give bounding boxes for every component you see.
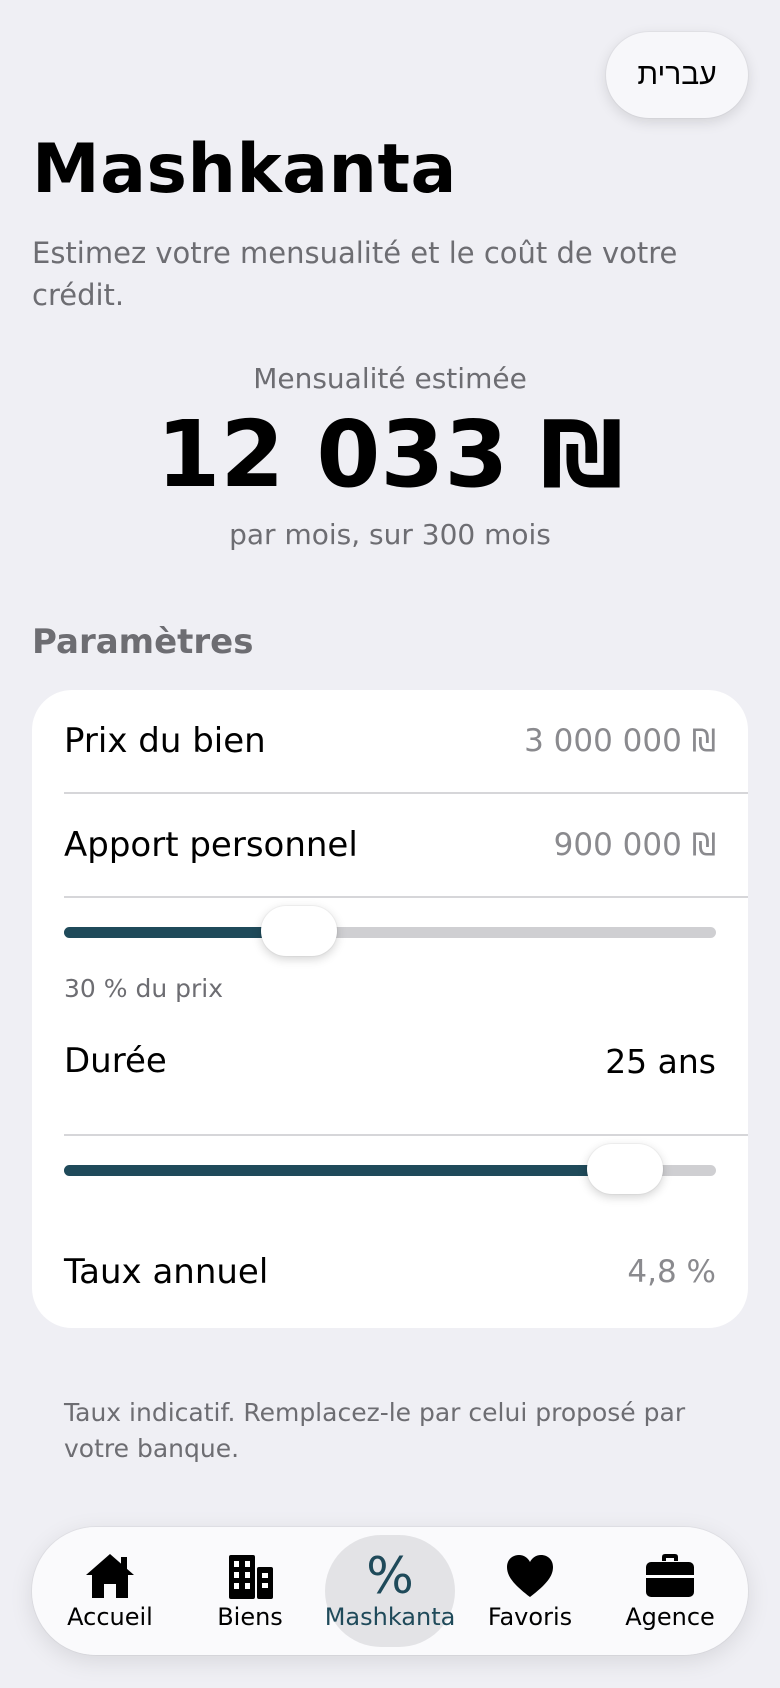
duration-label: Durée <box>64 1041 167 1081</box>
rate-value[interactable]: 4,8 % <box>627 1254 716 1290</box>
building-icon <box>229 1555 273 1599</box>
percent-icon: % <box>366 1547 414 1605</box>
mortgage-calculator-screen: עברית Mashkanta Estimez votre mensualité… <box>0 0 780 1688</box>
tab-mashkanta[interactable]: % Mashkanta <box>325 1535 455 1647</box>
down-payment-slider[interactable] <box>64 902 716 962</box>
down-payment-value[interactable]: 900 000 ₪ <box>554 827 716 863</box>
estimate-period: par mois, sur 300 mois <box>229 518 551 551</box>
down-payment-percent-caption: 30 % du prix <box>64 974 224 1003</box>
tab-favoris[interactable]: Favoris <box>465 1535 595 1647</box>
slider-thumb[interactable] <box>586 1144 663 1194</box>
price-row[interactable]: Prix du bien 3 000 000 ₪ <box>64 690 716 792</box>
parameters-card: Prix du bien 3 000 000 ₪ Apport personne… <box>32 690 748 1328</box>
tab-label: Biens <box>217 1603 283 1631</box>
tab-label: Agence <box>625 1603 715 1631</box>
heart-icon <box>507 1555 553 1597</box>
rate-row[interactable]: Taux annuel 4,8 % <box>64 1222 716 1322</box>
tab-accueil[interactable]: Accueil <box>45 1535 175 1647</box>
monthly-payment-amount: 12 033 ₪ <box>156 401 624 508</box>
briefcase-icon <box>646 1554 694 1597</box>
tab-biens[interactable]: Biens <box>185 1535 315 1647</box>
bottom-tab-bar: Accueil Biens % Mashkanta Favoris Agence <box>32 1527 748 1655</box>
price-value[interactable]: 3 000 000 ₪ <box>524 723 716 759</box>
language-toggle-button[interactable]: עברית <box>606 32 748 118</box>
tab-agence[interactable]: Agence <box>605 1535 735 1647</box>
down-payment-label: Apport personnel <box>64 825 358 865</box>
divider <box>64 1134 748 1136</box>
tab-label: Favoris <box>487 1603 573 1631</box>
slider-fill <box>64 1165 625 1176</box>
estimate-label: Mensualité estimée <box>253 362 527 395</box>
price-label: Prix du bien <box>64 721 266 761</box>
rate-label: Taux annuel <box>64 1252 269 1292</box>
divider <box>64 896 748 898</box>
parameters-heading: Paramètres <box>32 622 254 662</box>
down-payment-row[interactable]: Apport personnel 900 000 ₪ <box>64 794 716 896</box>
duration-row[interactable]: Durée 25 ans <box>64 1012 716 1110</box>
tab-label: Accueil <box>67 1603 153 1631</box>
page-title: Mashkanta <box>32 130 457 209</box>
page-subtitle: Estimez votre mensualité et le coût de v… <box>32 236 678 312</box>
duration-slider[interactable] <box>64 1140 716 1200</box>
tab-label: Mashkanta <box>324 1603 456 1631</box>
house-icon <box>86 1554 134 1598</box>
slider-thumb[interactable] <box>260 906 337 956</box>
duration-value: 25 ans <box>605 1041 716 1081</box>
rate-disclaimer: Taux indicatif. Remplacez-le par celui p… <box>64 1398 686 1463</box>
